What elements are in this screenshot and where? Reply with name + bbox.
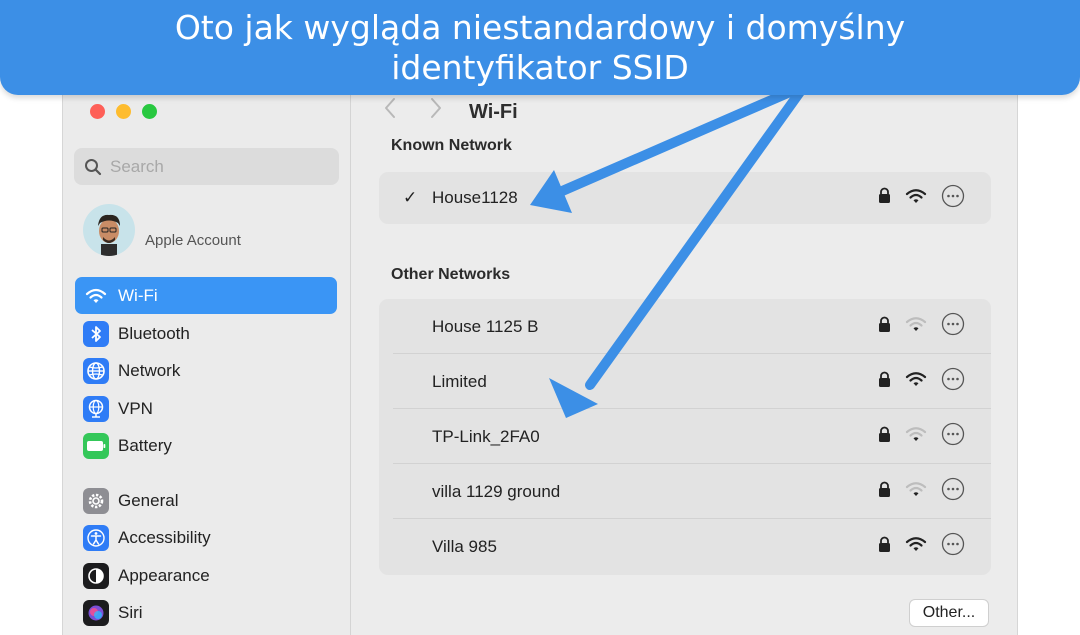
lock-icon [878, 426, 891, 448]
sidebar-item-label: General [118, 491, 179, 510]
sidebar-item-general[interactable]: General [75, 482, 337, 519]
sidebar-item-appearance[interactable]: Appearance [75, 557, 337, 594]
connected-checkmark-icon: ✓ [403, 188, 418, 207]
sidebar-item-wifi[interactable]: Wi-Fi [75, 277, 337, 314]
known-network-group: ✓ House1128 [379, 172, 991, 224]
ellipsis-circle-icon [941, 477, 965, 501]
network-name: House1128 [432, 188, 518, 207]
sidebar-item-label: Bluetooth [118, 324, 190, 343]
network-row[interactable]: Villa 985 [379, 519, 991, 574]
vpn-globe-icon [83, 395, 109, 422]
account-label: Apple Account [145, 231, 241, 249]
network-name: TP-Link_2FA0 [432, 426, 540, 446]
sidebar-item-label: Wi-Fi [118, 286, 158, 305]
network-name: House 1125 B [432, 316, 539, 336]
sidebar-item-label: Accessibility [118, 528, 211, 547]
minimize-window-button[interactable] [116, 104, 131, 119]
search-placeholder: Search [110, 156, 164, 176]
network-name: Limited [432, 371, 487, 391]
other-networks-group: House 1125 B Limited TP-Link_2FA0 villa … [379, 299, 991, 575]
more-options-button[interactable] [941, 477, 965, 506]
siri-icon [83, 599, 109, 626]
annotation-banner: Oto jak wygląda niestandardowy i domyśln… [0, 0, 1080, 95]
network-row[interactable]: Limited [379, 354, 991, 409]
ellipsis-circle-icon [941, 367, 965, 391]
page-title: Wi-Fi [469, 101, 518, 123]
battery-icon [83, 432, 109, 459]
ellipsis-circle-icon [941, 532, 965, 556]
sidebar-item-battery[interactable]: Battery [75, 427, 337, 464]
network-row[interactable]: House 1125 B [379, 299, 991, 354]
more-options-button[interactable] [941, 367, 965, 396]
lock-icon [878, 536, 891, 558]
wifi-pane: Wi-Fi Known Network ✓ House1128 Other Ne… [351, 61, 1017, 635]
back-button[interactable] [383, 97, 397, 126]
network-name: Villa 985 [432, 536, 497, 556]
wifi-signal-weak-icon [905, 481, 927, 502]
ellipsis-circle-icon [941, 312, 965, 336]
apple-account[interactable]: Apple Account [83, 204, 241, 256]
accessibility-icon [83, 524, 109, 551]
wifi-signal-strong-icon [905, 371, 927, 392]
lock-icon [878, 316, 891, 338]
network-row[interactable]: villa 1129 ground [379, 464, 991, 519]
sidebar-item-accessibility[interactable]: Accessibility [75, 519, 337, 556]
more-options-button[interactable] [941, 184, 965, 213]
sidebar-item-bluetooth[interactable]: Bluetooth [75, 315, 337, 352]
network-row[interactable]: TP-Link_2FA0 [379, 409, 991, 464]
more-options-button[interactable] [941, 532, 965, 561]
more-options-button[interactable] [941, 312, 965, 341]
sidebar: Search Apple Account Wi-Fi Bluetooth Net… [63, 61, 351, 635]
gear-icon [83, 487, 109, 514]
close-window-button[interactable] [90, 104, 105, 119]
wifi-signal-strong-icon [905, 536, 927, 557]
network-name: villa 1129 ground [432, 481, 561, 501]
wifi-signal-weak-icon [905, 316, 927, 337]
sidebar-item-vpn[interactable]: VPN [75, 390, 337, 427]
known-network-header: Known Network [391, 137, 512, 154]
wifi-signal-weak-icon [905, 426, 927, 447]
banner-text: Oto jak wygląda niestandardowy i domyśln… [174, 7, 906, 87]
sidebar-item-label: Network [118, 361, 181, 380]
sidebar-item-label: Appearance [118, 566, 210, 585]
sidebar-item-label: Siri [118, 603, 143, 622]
lock-icon [878, 371, 891, 393]
ellipsis-circle-icon [941, 184, 965, 207]
wifi-signal-strong-icon [905, 188, 927, 209]
globe-icon [83, 357, 109, 384]
search-icon [85, 158, 102, 175]
chevron-right-icon [431, 98, 441, 118]
sidebar-item-siri[interactable]: Siri [75, 594, 337, 631]
chevron-left-icon [385, 98, 395, 118]
settings-window: Search Apple Account Wi-Fi Bluetooth Net… [62, 60, 1018, 635]
ellipsis-circle-icon [941, 422, 965, 446]
zoom-window-button[interactable] [142, 104, 157, 119]
avatar [83, 204, 135, 256]
lock-icon [878, 187, 891, 209]
bluetooth-icon [83, 320, 109, 347]
search-input[interactable]: Search [74, 148, 339, 185]
other-networks-header: Other Networks [391, 266, 511, 283]
sidebar-item-label: Battery [118, 436, 172, 455]
lock-icon [878, 481, 891, 503]
other-network-button[interactable]: Other... [909, 599, 989, 627]
more-options-button[interactable] [941, 422, 965, 451]
sidebar-item-label: VPN [118, 399, 153, 418]
forward-button[interactable] [429, 97, 443, 126]
appearance-icon [83, 562, 109, 589]
sidebar-item-network[interactable]: Network [75, 352, 337, 389]
network-row-house1128[interactable]: ✓ House1128 [379, 172, 991, 224]
wifi-icon [83, 283, 109, 309]
